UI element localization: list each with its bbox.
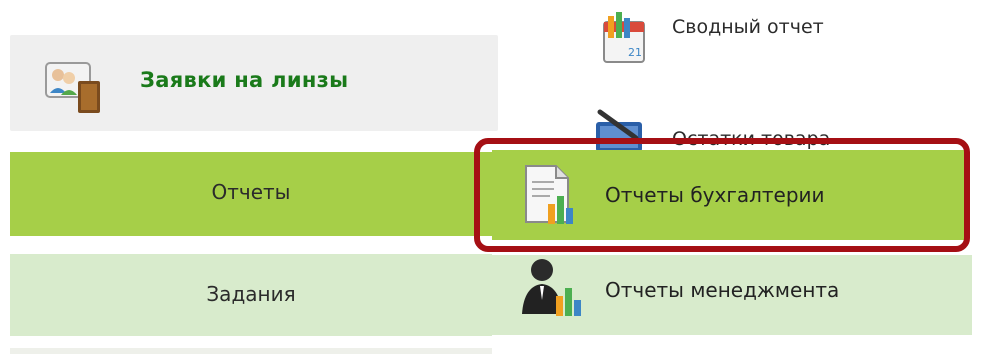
reports-label: Отчеты	[211, 180, 291, 204]
management-reports-label: Отчеты менеджмента	[605, 278, 840, 302]
calendar-chart-icon: 21	[598, 10, 654, 66]
next-menu-item-edge	[10, 348, 492, 354]
svg-text:21: 21	[628, 46, 642, 59]
lenses-label: Заявки на линзы	[140, 68, 349, 92]
highlight-box	[474, 138, 970, 252]
contact-card-icon	[40, 55, 104, 119]
person-chart-icon	[518, 256, 582, 318]
tasks-label: Задания	[206, 282, 296, 306]
summary-report-link[interactable]: Сводный отчет	[672, 16, 824, 38]
